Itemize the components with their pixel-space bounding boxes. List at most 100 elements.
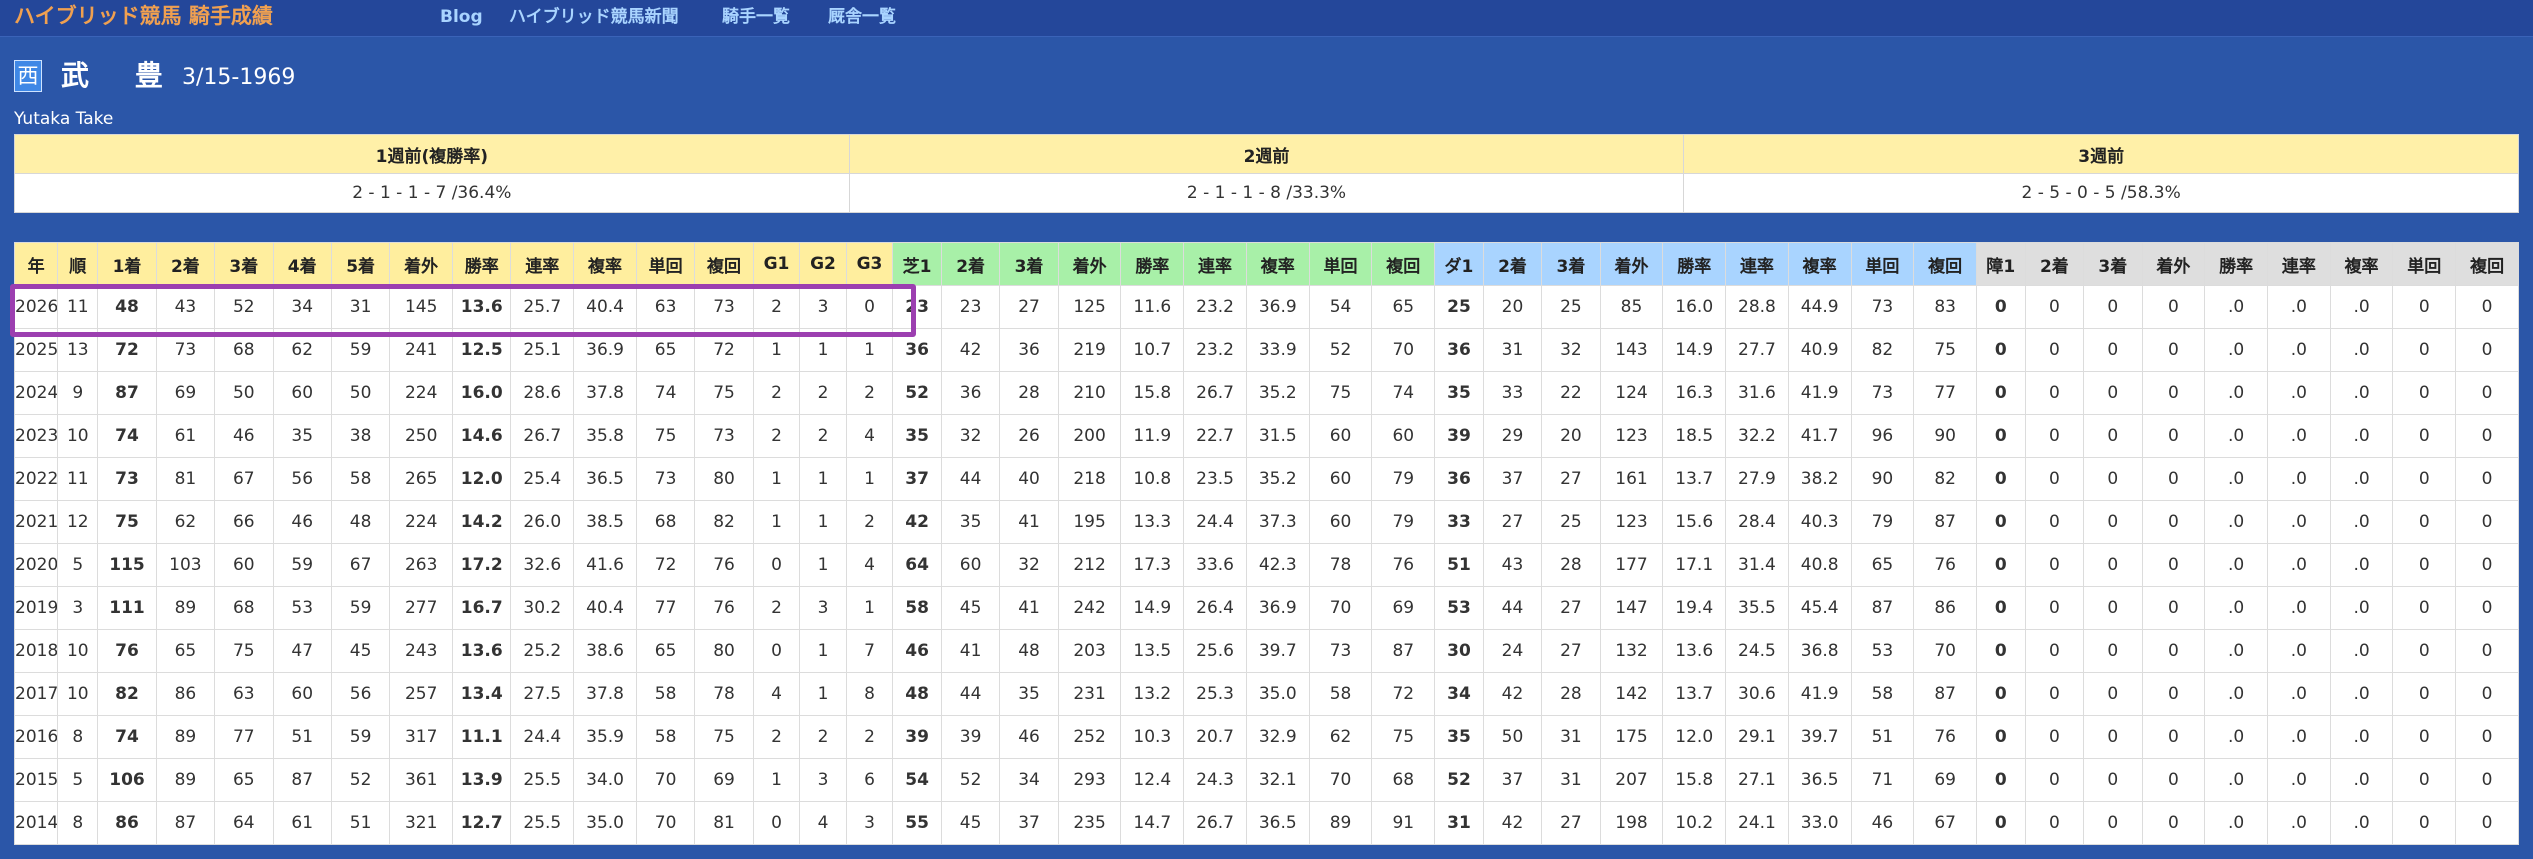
col-header-fourth[interactable]: 4着 <box>272 242 332 286</box>
col-header-turf-quinella-rate[interactable]: 連率 <box>1183 242 1247 286</box>
col-header-jump-second[interactable]: 2着 <box>2024 242 2085 286</box>
stats-row[interactable]: 2023 10 74 61 46 35 38 250 14.6 26.7 35.8 75 73 2 2 4 35… <box>13 414 2519 458</box>
stat-cell: 13 <box>57 328 99 372</box>
stat-cell: 43 <box>1482 543 1543 587</box>
stat-cell: 31.4 <box>1725 543 1789 587</box>
col-header-win-rate[interactable]: 勝率 <box>452 242 512 286</box>
stat-cell: .0 <box>2329 586 2394 630</box>
stat-cell: 4 <box>799 801 847 845</box>
stat-cell: 89 <box>155 586 216 630</box>
week-1-header: 1週前(複勝率) <box>14 134 850 174</box>
col-header-g1[interactable]: G1 <box>752 242 801 286</box>
stat-cell: 23 <box>892 285 942 329</box>
stat-cell: 76 <box>1371 543 1436 587</box>
stats-row[interactable]: 2018 10 76 65 75 47 45 243 13.6 25.2 38.6 65 80 0 1 7 46… <box>13 629 2519 673</box>
col-header-quinella-rate[interactable]: 連率 <box>510 242 575 286</box>
week-2-header: 2週前 <box>848 134 1685 174</box>
col-header-turf-unplaced[interactable]: 着外 <box>1057 242 1122 286</box>
col-header-win-return[interactable]: 単回 <box>635 242 696 286</box>
nav-link-newspaper[interactable]: ハイブリッド競馬新聞 <box>509 5 679 29</box>
stat-cell: 38.6 <box>573 629 637 673</box>
stat-cell: 75 <box>1913 328 1978 372</box>
col-header-jump-quinella-rate[interactable]: 連率 <box>2266 242 2331 286</box>
col-header-turf-wins[interactable]: 芝1 <box>892 242 942 286</box>
nav-link-blog[interactable]: Blog <box>440 5 483 29</box>
col-header-g3[interactable]: G3 <box>845 242 894 286</box>
stat-cell: 50 <box>1482 715 1543 759</box>
stat-cell: 177 <box>1599 543 1664 587</box>
stat-cell: 11.6 <box>1120 285 1185 329</box>
col-header-year[interactable]: 年 <box>13 242 59 286</box>
stat-cell: 12.4 <box>1120 758 1185 802</box>
stat-cell: 1 <box>752 500 801 544</box>
stat-cell: 265 <box>389 457 454 501</box>
stat-cell: 16.0 <box>1662 285 1727 329</box>
col-header-turf-second[interactable]: 2着 <box>940 242 1001 286</box>
stats-row[interactable]: 2026 11 48 43 52 34 31 145 13.6 25.7 40.4 63 73 2 3 0 23… <box>13 285 2519 329</box>
col-header-jump-third[interactable]: 3着 <box>2083 242 2143 286</box>
col-header-second[interactable]: 2着 <box>155 242 216 286</box>
stat-cell: 68 <box>214 328 274 372</box>
stat-cell: 25.5 <box>510 801 575 845</box>
col-header-dirt-win-return[interactable]: 単回 <box>1850 242 1915 286</box>
stat-cell: 0 <box>2141 414 2206 458</box>
stat-cell: 34.0 <box>573 758 637 802</box>
col-header-turf-win-rate[interactable]: 勝率 <box>1120 242 1185 286</box>
stat-cell: 12.5 <box>452 328 512 372</box>
col-header-dirt-third[interactable]: 3着 <box>1541 242 1601 286</box>
stat-cell: 32.2 <box>1725 414 1789 458</box>
stats-row[interactable]: 2015 5 106 89 65 87 52 361 13.9 25.5 34.0 70 69 1 3 6 54… <box>13 758 2519 802</box>
col-header-wins[interactable]: 1着 <box>97 242 157 286</box>
stats-row[interactable]: 2016 8 74 89 77 51 59 317 11.1 24.4 35.9 58 75 2 2 2 39 3… <box>13 715 2519 759</box>
stat-cell: 2 <box>799 715 847 759</box>
stat-cell: 78 <box>694 672 754 716</box>
col-header-dirt-win-rate[interactable]: 勝率 <box>1662 242 1727 286</box>
col-header-dirt-unplaced[interactable]: 着外 <box>1599 242 1664 286</box>
col-header-dirt-second[interactable]: 2着 <box>1482 242 1543 286</box>
col-header-turf-place-rate[interactable]: 複率 <box>1245 242 1310 286</box>
nav-link-jockey-list[interactable]: 騎手一覧 <box>722 5 790 29</box>
stats-row[interactable]: 2017 10 82 86 63 60 56 257 13.4 27.5 37.8 58 78 4 1 8 48… <box>13 672 2519 716</box>
stats-row[interactable]: 2025 13 72 73 68 62 59 241 12.5 25.1 36.9 65 72 1 1 1 36… <box>13 328 2519 372</box>
stat-cell: 35 <box>892 414 942 458</box>
col-header-dirt-wins[interactable]: ダ1 <box>1434 242 1484 286</box>
col-header-third[interactable]: 3着 <box>214 242 274 286</box>
col-header-turf-place-return[interactable]: 複回 <box>1371 242 1436 286</box>
stat-cell: 41 <box>999 586 1059 630</box>
stats-row[interactable]: 2019 3 111 89 68 53 59 277 16.7 30.2 40.4 77 76 2 3 1 58… <box>13 586 2519 630</box>
col-header-place-rate[interactable]: 複率 <box>573 242 637 286</box>
stats-row[interactable]: 2020 5 115 103 60 59 67 263 17.2 32.6 41.6 72 76 0 1 4 6… <box>13 543 2519 587</box>
stat-cell: 0 <box>752 801 801 845</box>
stat-cell: 4 <box>845 414 894 458</box>
stats-row[interactable]: 2014 8 86 87 64 61 51 321 12.7 25.5 35.0 70 81 0 4 3 55 4… <box>13 801 2519 845</box>
stats-row[interactable]: 2021 12 75 62 66 46 48 224 14.2 26.0 38.5 68 82 1 1 2 42… <box>13 500 2519 544</box>
col-header-fifth[interactable]: 5着 <box>330 242 391 286</box>
col-header-jump-win-rate[interactable]: 勝率 <box>2204 242 2268 286</box>
stat-cell: 0 <box>2083 285 2143 329</box>
stats-row[interactable]: 2024 9 87 69 50 60 50 224 16.0 28.6 37.8 74 75 2 2 2 52 3… <box>13 371 2519 415</box>
col-header-place-return[interactable]: 複回 <box>694 242 754 286</box>
col-header-jump-place-return[interactable]: 複回 <box>2455 242 2519 286</box>
stats-row[interactable]: 2022 11 73 81 67 56 58 265 12.0 25.4 36.5 73 80 1 1 1 37… <box>13 457 2519 501</box>
col-header-g2[interactable]: G2 <box>799 242 847 286</box>
col-header-jump-place-rate[interactable]: 複率 <box>2329 242 2394 286</box>
stat-cell: 0 <box>2455 328 2519 372</box>
stat-cell: 91 <box>1371 801 1436 845</box>
col-header-unplaced[interactable]: 着外 <box>389 242 454 286</box>
stat-cell: .0 <box>2266 715 2331 759</box>
col-header-turf-third[interactable]: 3着 <box>999 242 1059 286</box>
col-header-dirt-quinella-rate[interactable]: 連率 <box>1725 242 1789 286</box>
stat-cell: 79 <box>1850 500 1915 544</box>
site-title[interactable]: ハイブリッド競馬 騎手成績 <box>14 1 273 31</box>
stat-cell: 61 <box>272 801 332 845</box>
stat-cell: 25.5 <box>510 758 575 802</box>
col-header-jump-unplaced[interactable]: 着外 <box>2141 242 2206 286</box>
col-header-dirt-place-rate[interactable]: 複率 <box>1787 242 1852 286</box>
col-header-jump-win-return[interactable]: 単回 <box>2392 242 2457 286</box>
col-header-rank[interactable]: 順 <box>57 242 99 286</box>
col-header-turf-win-return[interactable]: 単回 <box>1308 242 1373 286</box>
col-header-dirt-place-return[interactable]: 複回 <box>1913 242 1978 286</box>
stat-cell: 90 <box>1913 414 1978 458</box>
col-header-jump-wins[interactable]: 障1 <box>1976 242 2026 286</box>
nav-link-stable-list[interactable]: 厩舎一覧 <box>828 5 896 29</box>
